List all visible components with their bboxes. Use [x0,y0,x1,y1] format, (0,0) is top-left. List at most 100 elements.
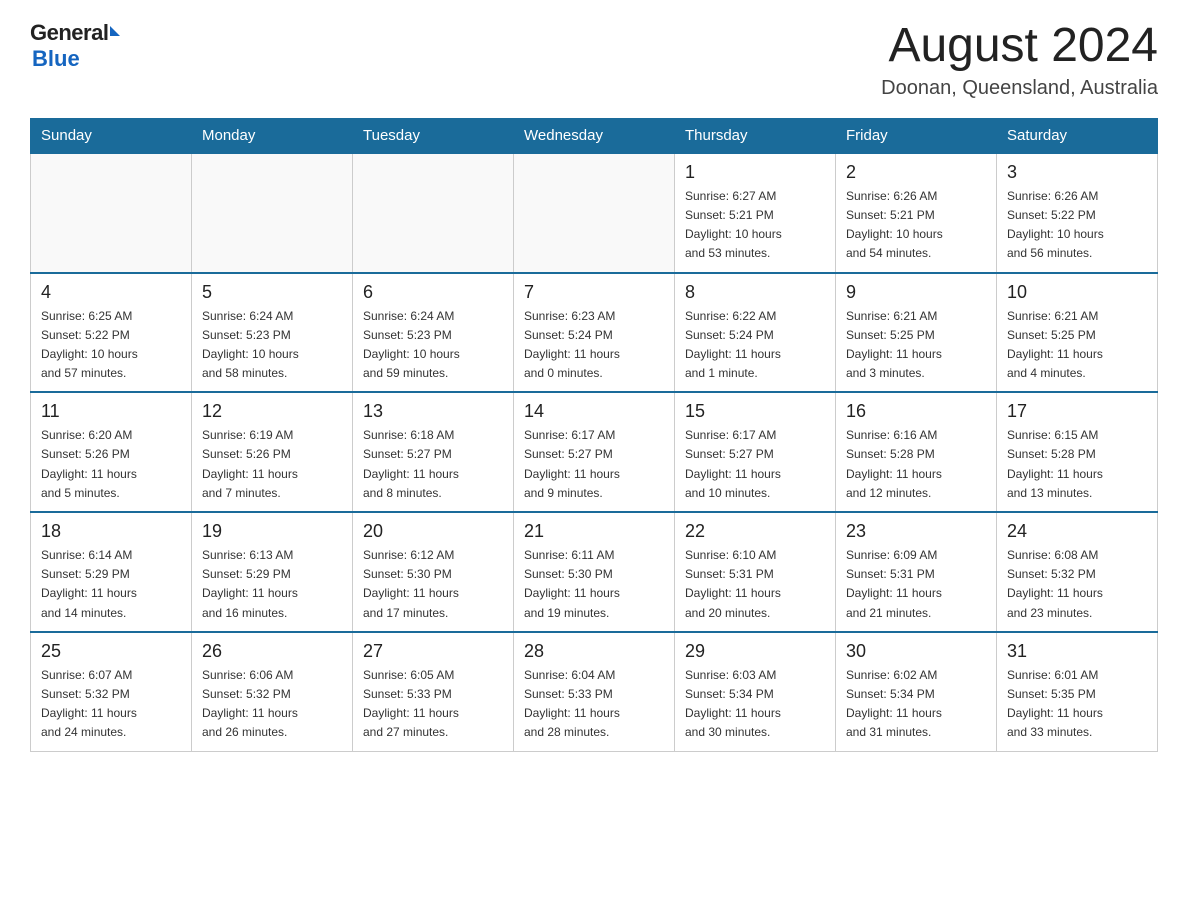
table-row: 8 Sunrise: 6:22 AMSunset: 5:24 PMDaylight… [675,273,836,393]
col-friday: Friday [836,118,997,153]
day-number: 11 [41,401,181,422]
day-info: Sunrise: 6:27 AMSunset: 5:21 PMDaylight:… [685,187,825,264]
day-number: 26 [202,641,342,662]
table-row: 20Sunrise: 6:12 AMSunset: 5:30 PMDayligh… [353,512,514,632]
day-number: 27 [363,641,503,662]
day-number: 15 [685,401,825,422]
day-info: Sunrise: 6:02 AMSunset: 5:34 PMDaylight:… [846,666,986,743]
day-number: 29 [685,641,825,662]
day-number: 9 [846,282,986,303]
day-number: 24 [1007,521,1147,542]
table-row: 4 Sunrise: 6:25 AMSunset: 5:22 PMDaylight… [31,273,192,393]
table-row: 22Sunrise: 6:10 AMSunset: 5:31 PMDayligh… [675,512,836,632]
day-number: 14 [524,401,664,422]
table-row: 19 Sunrise: 6:13 AMSunset: 5:29 PMDayligh… [192,512,353,632]
day-info: Sunrise: 6:20 AMSunset: 5:26 PMDaylight:… [41,426,181,503]
day-number: 23 [846,521,986,542]
table-row [192,153,353,273]
logo-arrow-icon [110,26,120,36]
logo: General Blue [30,20,120,72]
day-number: 2 [846,162,986,183]
table-row: 27 Sunrise: 6:05 AMSunset: 5:33 PMDayligh… [353,632,514,751]
day-info: Sunrise: 6:21 AMSunset: 5:25 PMDaylight:… [1007,307,1147,384]
table-row: 7 Sunrise: 6:23 AMSunset: 5:24 PMDaylight… [514,273,675,393]
day-number: 7 [524,282,664,303]
day-info: Sunrise: 6:11 AMSunset: 5:30 PMDaylight:… [524,546,664,623]
day-number: 16 [846,401,986,422]
table-row [514,153,675,273]
day-info: Sunrise: 6:24 AMSunset: 5:23 PMDaylight:… [202,307,342,384]
day-number: 1 [685,162,825,183]
calendar-week-row: 25 Sunrise: 6:07 AMSunset: 5:32 PMDayligh… [31,632,1158,751]
logo-general-text: General [30,20,108,46]
table-row: 30 Sunrise: 6:02 AMSunset: 5:34 PMDayligh… [836,632,997,751]
day-info: Sunrise: 6:04 AMSunset: 5:33 PMDaylight:… [524,666,664,743]
table-row: 21Sunrise: 6:11 AMSunset: 5:30 PMDayligh… [514,512,675,632]
table-row: 26 Sunrise: 6:06 AMSunset: 5:32 PMDayligh… [192,632,353,751]
table-row: 3 Sunrise: 6:26 AMSunset: 5:22 PMDaylight… [997,153,1158,273]
day-info: Sunrise: 6:14 AMSunset: 5:29 PMDaylight:… [41,546,181,623]
calendar-table: Sunday Monday Tuesday Wednesday Thursday… [30,118,1158,752]
table-row: 9 Sunrise: 6:21 AMSunset: 5:25 PMDaylight… [836,273,997,393]
day-info: Sunrise: 6:19 AMSunset: 5:26 PMDaylight:… [202,426,342,503]
day-info: Sunrise: 6:21 AMSunset: 5:25 PMDaylight:… [846,307,986,384]
col-monday: Monday [192,118,353,153]
day-number: 31 [1007,641,1147,662]
day-info: Sunrise: 6:17 AMSunset: 5:27 PMDaylight:… [524,426,664,503]
day-number: 28 [524,641,664,662]
table-row: 10 Sunrise: 6:21 AMSunset: 5:25 PMDayligh… [997,273,1158,393]
calendar-title: August 2024 [881,20,1158,73]
table-row: 23 Sunrise: 6:09 AMSunset: 5:31 PMDayligh… [836,512,997,632]
day-number: 3 [1007,162,1147,183]
day-number: 25 [41,641,181,662]
day-info: Sunrise: 6:15 AMSunset: 5:28 PMDaylight:… [1007,426,1147,503]
table-row: 13 Sunrise: 6:18 AMSunset: 5:27 PMDayligh… [353,392,514,512]
table-row [31,153,192,273]
day-info: Sunrise: 6:07 AMSunset: 5:32 PMDaylight:… [41,666,181,743]
page-header: General Blue August 2024 Doonan, Queensl… [30,20,1158,100]
day-info: Sunrise: 6:13 AMSunset: 5:29 PMDaylight:… [202,546,342,623]
table-row: 11 Sunrise: 6:20 AMSunset: 5:26 PMDayligh… [31,392,192,512]
table-row: 29 Sunrise: 6:03 AMSunset: 5:34 PMDayligh… [675,632,836,751]
table-row: 24 Sunrise: 6:08 AMSunset: 5:32 PMDayligh… [997,512,1158,632]
day-info: Sunrise: 6:03 AMSunset: 5:34 PMDaylight:… [685,666,825,743]
day-info: Sunrise: 6:10 AMSunset: 5:31 PMDaylight:… [685,546,825,623]
table-row: 17Sunrise: 6:15 AMSunset: 5:28 PMDayligh… [997,392,1158,512]
day-number: 8 [685,282,825,303]
day-info: Sunrise: 6:01 AMSunset: 5:35 PMDaylight:… [1007,666,1147,743]
day-number: 18 [41,521,181,542]
calendar-header-row: Sunday Monday Tuesday Wednesday Thursday… [31,118,1158,153]
day-info: Sunrise: 6:26 AMSunset: 5:22 PMDaylight:… [1007,187,1147,264]
table-row: 14 Sunrise: 6:17 AMSunset: 5:27 PMDayligh… [514,392,675,512]
title-block: August 2024 Doonan, Queensland, Australi… [881,20,1158,100]
day-number: 10 [1007,282,1147,303]
day-info: Sunrise: 6:25 AMSunset: 5:22 PMDaylight:… [41,307,181,384]
day-info: Sunrise: 6:23 AMSunset: 5:24 PMDaylight:… [524,307,664,384]
day-info: Sunrise: 6:08 AMSunset: 5:32 PMDaylight:… [1007,546,1147,623]
table-row: 16 Sunrise: 6:16 AMSunset: 5:28 PMDayligh… [836,392,997,512]
calendar-week-row: 18 Sunrise: 6:14 AMSunset: 5:29 PMDayligh… [31,512,1158,632]
table-row: 31 Sunrise: 6:01 AMSunset: 5:35 PMDayligh… [997,632,1158,751]
col-saturday: Saturday [997,118,1158,153]
calendar-subtitle: Doonan, Queensland, Australia [881,77,1158,100]
day-info: Sunrise: 6:12 AMSunset: 5:30 PMDaylight:… [363,546,503,623]
logo-blue-text: Blue [32,46,120,72]
day-number: 4 [41,282,181,303]
table-row: 12 Sunrise: 6:19 AMSunset: 5:26 PMDayligh… [192,392,353,512]
day-number: 19 [202,521,342,542]
day-info: Sunrise: 6:09 AMSunset: 5:31 PMDaylight:… [846,546,986,623]
day-info: Sunrise: 6:26 AMSunset: 5:21 PMDaylight:… [846,187,986,264]
col-thursday: Thursday [675,118,836,153]
day-number: 12 [202,401,342,422]
col-wednesday: Wednesday [514,118,675,153]
day-info: Sunrise: 6:16 AMSunset: 5:28 PMDaylight:… [846,426,986,503]
day-info: Sunrise: 6:06 AMSunset: 5:32 PMDaylight:… [202,666,342,743]
day-number: 6 [363,282,503,303]
day-number: 13 [363,401,503,422]
table-row: 15Sunrise: 6:17 AMSunset: 5:27 PMDayligh… [675,392,836,512]
table-row: 5Sunrise: 6:24 AMSunset: 5:23 PMDaylight… [192,273,353,393]
day-info: Sunrise: 6:22 AMSunset: 5:24 PMDaylight:… [685,307,825,384]
day-info: Sunrise: 6:05 AMSunset: 5:33 PMDaylight:… [363,666,503,743]
day-info: Sunrise: 6:18 AMSunset: 5:27 PMDaylight:… [363,426,503,503]
day-number: 30 [846,641,986,662]
